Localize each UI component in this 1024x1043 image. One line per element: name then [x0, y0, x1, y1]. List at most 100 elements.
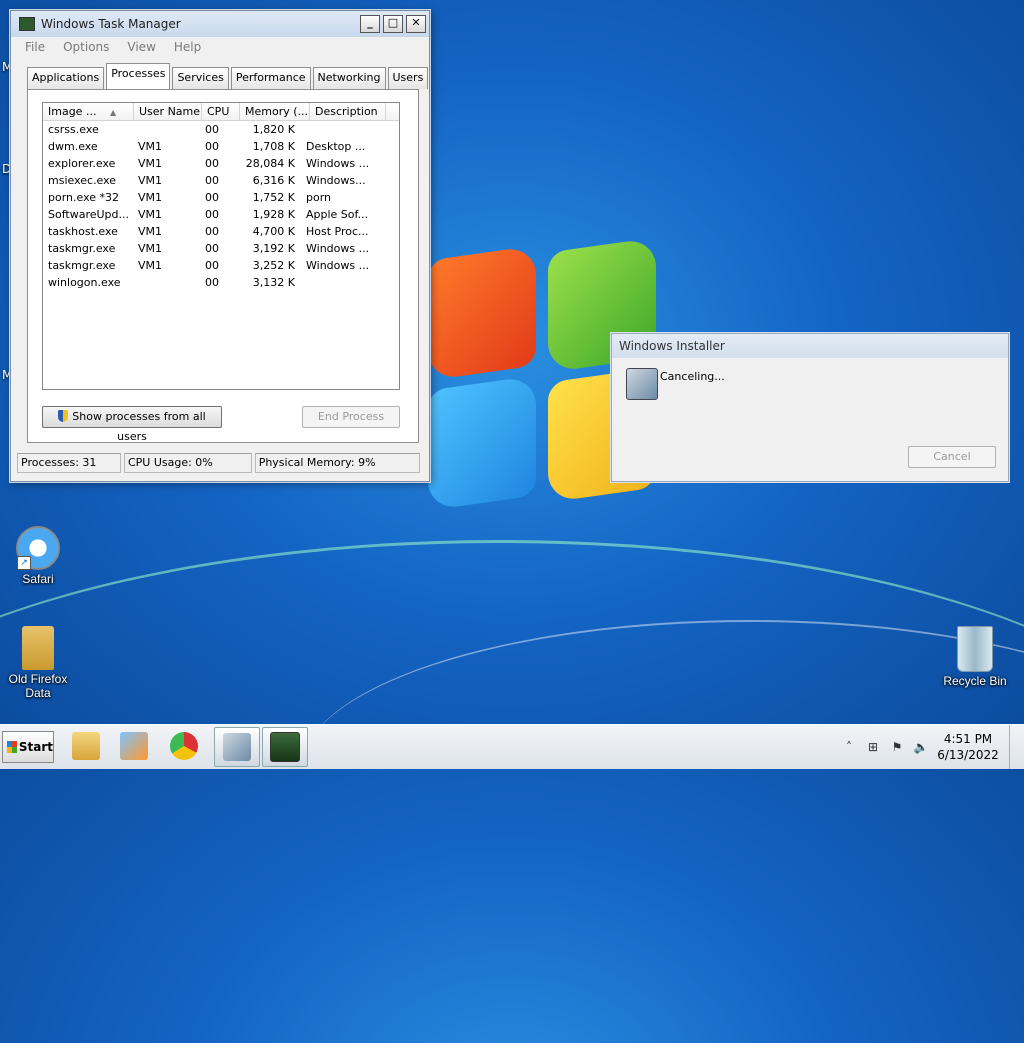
- cell-user: VM1: [138, 157, 163, 170]
- media-player-icon: [120, 732, 148, 760]
- desktop-icon-label: Data: [25, 686, 51, 700]
- folder-icon: [72, 732, 100, 760]
- start-label: Start: [18, 740, 53, 754]
- table-row[interactable]: taskmgr.exe VM1 00 3,252 K Windows ...: [43, 257, 399, 274]
- cell-user: VM1: [138, 140, 163, 153]
- desktop-icon-label: Recycle Bin: [943, 674, 1007, 688]
- dialog-title[interactable]: Windows Installer: [612, 334, 1008, 358]
- menu-view[interactable]: View: [127, 40, 155, 54]
- network-icon[interactable]: ⊞: [865, 739, 881, 755]
- taskbar-media-player[interactable]: [112, 727, 156, 765]
- folder-icon: [22, 626, 54, 670]
- table-row[interactable]: csrss.exe 00 1,820 K: [43, 121, 399, 138]
- cell-user: VM1: [138, 191, 163, 204]
- table-row[interactable]: dwm.exe VM1 00 1,708 K Desktop ...: [43, 138, 399, 155]
- cell-memory: 28,084 K: [245, 157, 295, 170]
- taskbar-chrome[interactable]: [162, 727, 206, 765]
- cell-memory: 1,820 K: [252, 123, 295, 136]
- column-header-user-name[interactable]: User Name: [134, 103, 202, 120]
- column-header-image[interactable]: Image ... ▲: [43, 103, 134, 120]
- cell-image: msiexec.exe: [48, 174, 117, 187]
- shortcut-arrow-icon: ↗: [17, 556, 31, 570]
- tab-networking[interactable]: Networking: [312, 67, 386, 89]
- cell-description: Windows ...: [306, 157, 370, 170]
- title-bar[interactable]: Windows Task Manager _ □ ✕: [11, 11, 429, 37]
- column-header-label: Image ...: [48, 105, 97, 118]
- tab-performance[interactable]: Performance: [230, 67, 311, 89]
- cell-memory: 3,252 K: [252, 259, 295, 272]
- desktop-icon-recycle-bin[interactable]: Recycle Bin: [940, 626, 1010, 688]
- installer-icon: [626, 368, 658, 400]
- table-row[interactable]: taskmgr.exe VM1 00 3,192 K Windows ...: [43, 240, 399, 257]
- cell-description: Desktop ...: [306, 140, 366, 153]
- table-row[interactable]: winlogon.exe 00 3,132 K: [43, 274, 399, 291]
- cell-description: Windows ...: [306, 242, 370, 255]
- column-header-memory[interactable]: Memory (...: [240, 103, 310, 120]
- cell-cpu: 00: [205, 242, 219, 255]
- cancel-button[interactable]: Cancel: [908, 446, 996, 468]
- cell-user: VM1: [138, 242, 163, 255]
- end-process-button[interactable]: End Process: [302, 406, 400, 428]
- button-label: Show processes from all users: [72, 410, 206, 443]
- cell-image: taskmgr.exe: [48, 259, 116, 272]
- status-cpu-usage: CPU Usage: 0%: [123, 453, 252, 473]
- table-row[interactable]: porn.exe *32 VM1 00 1,752 K porn: [43, 189, 399, 206]
- cell-cpu: 00: [205, 208, 219, 221]
- desktop-icon-old-firefox-data[interactable]: Old Firefox Data: [3, 626, 73, 700]
- tab-services[interactable]: Services: [172, 67, 229, 89]
- cell-memory: 1,752 K: [252, 191, 295, 204]
- show-hidden-icons-button[interactable]: ˄: [841, 739, 857, 755]
- cell-memory: 1,928 K: [252, 208, 295, 221]
- tab-users[interactable]: Users: [387, 67, 429, 89]
- show-desktop-button[interactable]: [1009, 725, 1024, 769]
- cell-description: Host Proc...: [306, 225, 369, 238]
- table-row[interactable]: SoftwareUpd... VM1 00 1,928 K Apple Sof...: [43, 206, 399, 223]
- system-tray: ˄ ⊞ ⚑ 🔈 4:51 PM 6/13/2022: [837, 725, 1024, 769]
- desktop-icon-safari[interactable]: ↗ Safari: [3, 526, 73, 586]
- column-header-description[interactable]: Description: [310, 103, 386, 120]
- cell-description: Apple Sof...: [306, 208, 369, 221]
- menu-file[interactable]: File: [25, 40, 45, 54]
- cell-user: VM1: [138, 174, 163, 187]
- table-row[interactable]: explorer.exe VM1 00 28,084 K Windows ...: [43, 155, 399, 172]
- table-row[interactable]: taskhost.exe VM1 00 4,700 K Host Proc...: [43, 223, 399, 240]
- status-physical-memory: Physical Memory: 9%: [254, 453, 421, 473]
- cell-memory: 1,708 K: [252, 140, 295, 153]
- maximize-button[interactable]: □: [383, 15, 403, 33]
- taskbar-windows-installer[interactable]: [214, 727, 260, 767]
- cell-description: [301, 121, 376, 138]
- cell-cpu: 00: [205, 140, 219, 153]
- clock[interactable]: 4:51 PM 6/13/2022: [933, 731, 1003, 763]
- tab-applications[interactable]: Applications: [27, 67, 105, 89]
- status-bar: Processes: 31 CPU Usage: 0% Physical Mem…: [17, 453, 423, 473]
- table-row[interactable]: msiexec.exe VM1 00 6,316 K Windows...: [43, 172, 399, 189]
- uac-shield-icon: [58, 410, 69, 422]
- process-list[interactable]: Image ... ▲ User Name CPU Memory (... De…: [42, 102, 400, 390]
- sort-ascending-icon: ▲: [109, 108, 117, 117]
- minimize-button[interactable]: _: [360, 15, 380, 33]
- cell-description: Windows...: [306, 174, 366, 187]
- taskbar-task-manager[interactable]: [262, 727, 308, 767]
- taskbar: Start ˄ ⊞ ⚑ 🔈 4:51 PM 6/13/2022: [0, 724, 1024, 769]
- cell-memory: 3,132 K: [252, 276, 295, 289]
- clock-time: 4:51 PM: [943, 732, 993, 746]
- column-header-cpu[interactable]: CPU: [202, 103, 240, 120]
- start-button[interactable]: Start: [2, 731, 54, 763]
- task-manager-icon: [19, 17, 35, 31]
- cell-image: csrss.exe: [48, 123, 99, 136]
- close-button[interactable]: ✕: [406, 15, 426, 33]
- task-manager-icon: [270, 732, 300, 762]
- show-all-users-button[interactable]: Show processes from all users: [42, 406, 222, 443]
- volume-icon[interactable]: 🔈: [913, 739, 929, 755]
- tab-processes[interactable]: Processes: [106, 63, 171, 89]
- menu-help[interactable]: Help: [174, 40, 201, 54]
- installer-icon: [223, 733, 251, 761]
- action-center-flag-icon[interactable]: ⚑: [889, 739, 905, 755]
- cell-memory: 6,316 K: [252, 174, 295, 187]
- cell-cpu: 00: [205, 123, 219, 136]
- menu-options[interactable]: Options: [63, 40, 109, 54]
- cell-description: [301, 274, 376, 291]
- cell-user: VM1: [138, 225, 163, 238]
- taskbar-explorer[interactable]: [64, 727, 108, 765]
- cell-cpu: 00: [205, 157, 219, 170]
